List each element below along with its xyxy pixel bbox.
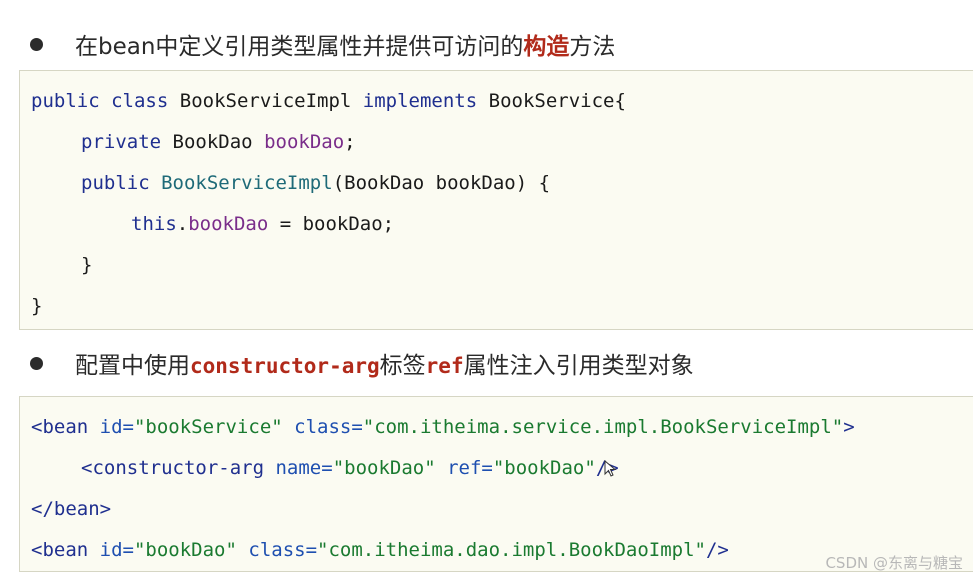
xml-attr: ref= [447,457,493,479]
keyword: private [81,131,162,153]
keyword: class [111,90,169,112]
xml-attr: id= [99,539,134,561]
keyword: this [131,213,177,235]
xml-value: "com.itheima.service.impl.BookServiceImp… [362,416,844,438]
java-code-block: public class BookServiceImpl implements … [19,70,973,330]
xml-attr: id= [99,416,134,438]
bullet-text-suffix: 属性注入引用类型对象 [463,353,694,379]
bullet-row-1: 在bean中定义引用类型属性并提供可访问的构造方法 [0,24,973,64]
xml-attr: class= [248,539,318,561]
xml-tag-close: > [843,416,855,438]
xml-value: "bookService" [133,416,283,438]
bullet-text-1: 在bean中定义引用类型属性并提供可访问的构造方法 [75,27,615,61]
bullet-highlight-constructor: 构造 [523,34,570,60]
xml-tag: <bean [31,416,89,438]
xml-tag: <constructor-arg [81,457,265,479]
xml-value: "com.itheima.dao.impl.BookDaoImpl" [317,539,706,561]
constructor-params: (BookDao bookDao) { [332,172,551,194]
bullet-text-suffix: 方法 [569,34,616,60]
watermark-text: CSDN @东离与糖宝 [825,554,963,572]
xml-line-bean-dao: <bean id="bookDao" class="com.itheima.da… [31,535,729,565]
bullet-icon [30,356,43,370]
code-line-class-decl: public class BookServiceImpl implements … [31,86,626,116]
assignment-rest: = bookDao; [268,213,395,235]
xml-attr: class= [294,416,363,438]
xml-tag: <bean [31,539,89,561]
xml-line-bean-service: <bean id="bookService" class="com.itheim… [31,412,855,442]
bullet-text-2: 配置中使用constructor-arg标签ref属性注入引用类型对象 [75,346,694,380]
bullet-text-prefix: 配置中使用 [75,353,190,379]
xml-tag: </bean> [31,498,112,520]
xml-value: "bookDao" [133,539,237,561]
xml-value: "bookDao" [492,457,596,479]
xml-line-bean-close: </bean> [31,494,111,524]
code-line-field: private BookDao bookDao; [81,127,356,157]
bullet-text-prefix: 在bean中定义引用类型属性并提供可访问的 [75,34,524,60]
keyword: public [31,90,100,112]
field-name: bookDao [188,213,269,235]
keyword: implements [362,90,478,112]
field-name: bookDao [264,131,345,153]
xml-value: "bookDao" [332,457,436,479]
xml-line-constructor-arg: <constructor-arg name="bookDao" ref="boo… [81,453,619,483]
code-line-close-class: } [31,295,43,317]
constructor-name: BookServiceImpl [161,172,333,194]
interface-name: BookService{ [488,90,626,112]
type-name: BookDao [172,131,253,153]
mouse-pointer-icon [604,460,617,477]
dot: . [176,213,189,235]
code-line-constructor: public BookServiceImpl(BookDao bookDao) … [81,168,550,198]
bullet-row-2: 配置中使用constructor-arg标签ref属性注入引用类型对象 [0,343,973,383]
code-line-close-ctor: } [81,254,93,276]
class-name: BookServiceImpl [179,90,352,112]
bullet-icon [30,37,43,51]
xml-code-block: <bean id="bookService" class="com.itheim… [19,396,973,572]
code-line-assignment: this.bookDao = bookDao; [131,209,394,239]
bullet-highlight-ref: ref [425,354,464,378]
xml-tag-close: /> [705,539,729,561]
xml-attr: name= [275,457,333,479]
semicolon: ; [344,131,356,153]
bullet-text-mid: 标签 [379,353,426,379]
keyword: public [81,172,150,194]
bullet-highlight-constructor-arg: constructor-arg [190,354,380,378]
